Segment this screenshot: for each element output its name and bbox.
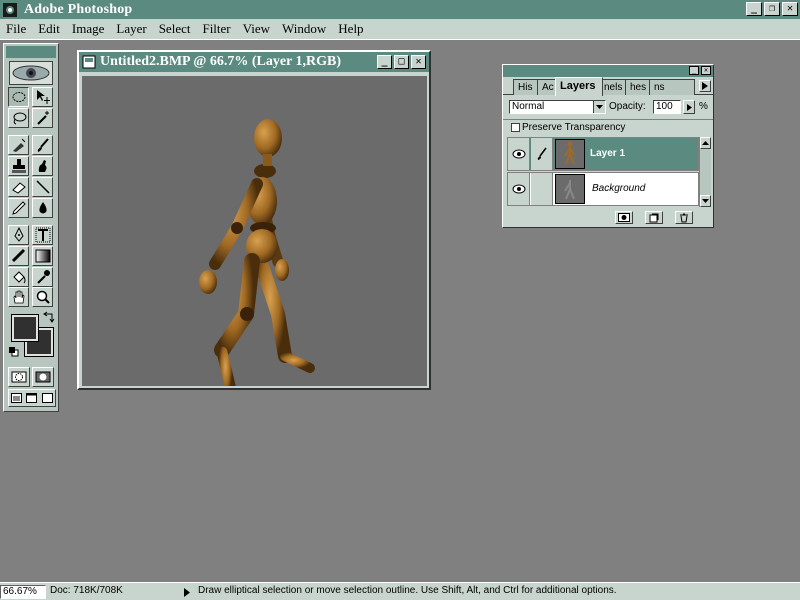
full-screen-menu-icon[interactable] bbox=[26, 393, 38, 403]
layers-palette-caption[interactable]: _ ✕ bbox=[503, 65, 713, 77]
scroll-up-arrow-icon[interactable] bbox=[700, 137, 711, 149]
document-canvas[interactable] bbox=[82, 76, 427, 386]
layers-palette: _ ✕ His Ac Layers nels hes ns Normal Opa… bbox=[502, 64, 714, 228]
pen-tool-icon[interactable] bbox=[8, 225, 29, 245]
status-menu-arrow-icon[interactable] bbox=[180, 585, 194, 599]
eraser-tool-icon[interactable] bbox=[8, 177, 29, 197]
quick-mask-mode-icon[interactable] bbox=[32, 367, 54, 387]
preserve-transparency-checkbox[interactable] bbox=[511, 123, 520, 132]
foreground-color-swatch[interactable] bbox=[11, 314, 39, 342]
eyedropper-tool-icon[interactable] bbox=[32, 267, 53, 287]
zoom-tool-icon[interactable] bbox=[32, 287, 53, 307]
airbrush-tool-icon[interactable] bbox=[8, 135, 29, 155]
measure-tool-icon[interactable] bbox=[8, 246, 29, 266]
restore-button[interactable]: ❐ bbox=[764, 2, 780, 16]
close-button[interactable]: ✕ bbox=[782, 2, 798, 16]
palette-tabs: His Ac Layers nels hes ns bbox=[503, 77, 713, 96]
doc-maximize-button[interactable]: □ bbox=[394, 55, 409, 69]
color-swatches bbox=[9, 311, 55, 361]
toolbox bbox=[3, 43, 59, 412]
menu-image[interactable]: Image bbox=[66, 21, 110, 37]
blend-mode-select[interactable]: Normal bbox=[509, 100, 606, 114]
blend-mode-value: Normal bbox=[512, 101, 545, 112]
doc-minimize-button[interactable]: _ bbox=[377, 55, 392, 69]
background-layer-name: Background bbox=[592, 183, 646, 194]
menu-file[interactable]: File bbox=[0, 21, 32, 37]
eye-logo-icon bbox=[9, 61, 53, 85]
tab-actions-2[interactable]: ns bbox=[649, 79, 695, 95]
menu-edit[interactable]: Edit bbox=[32, 21, 66, 37]
hand-tool-icon[interactable] bbox=[8, 287, 29, 307]
screen-mode-buttons[interactable] bbox=[8, 389, 56, 407]
opacity-slider-arrow-icon[interactable] bbox=[683, 100, 695, 114]
document-icon[interactable] bbox=[82, 55, 96, 69]
menu-help[interactable]: Help bbox=[332, 21, 369, 37]
status-bar: 66.67% Doc: 718K/708K Draw elliptical se… bbox=[0, 582, 800, 600]
doc-close-button[interactable]: ✕ bbox=[411, 55, 426, 69]
layers-scrollbar[interactable] bbox=[699, 137, 711, 207]
menu-layer[interactable]: Layer bbox=[110, 21, 152, 37]
tab-layers[interactable]: Layers bbox=[555, 77, 603, 96]
scroll-down-arrow-icon[interactable] bbox=[700, 195, 711, 207]
minimize-button[interactable]: _ bbox=[746, 2, 762, 16]
full-screen-icon[interactable] bbox=[41, 393, 53, 403]
standard-mode-icon[interactable] bbox=[8, 367, 30, 387]
add-layer-mask-icon[interactable] bbox=[615, 211, 633, 224]
photoshop-app-icon[interactable] bbox=[2, 2, 18, 18]
magic-wand-tool-icon[interactable] bbox=[32, 108, 53, 128]
palette-collapse-button[interactable]: _ bbox=[689, 66, 699, 75]
background-link-slot[interactable] bbox=[531, 173, 553, 205]
blend-dropdown-arrow-icon[interactable] bbox=[593, 101, 605, 113]
layer-row-layer1[interactable]: Layer 1 bbox=[507, 137, 699, 171]
default-colors-icon[interactable] bbox=[9, 345, 19, 361]
menu-filter[interactable]: Filter bbox=[196, 21, 236, 37]
menu-window[interactable]: Window bbox=[276, 21, 332, 37]
document-window: Untitled2.BMP @ 66.7% (Layer 1,RGB) _ □ … bbox=[77, 50, 431, 390]
layer-brush-icon[interactable] bbox=[531, 138, 553, 170]
paint-bucket-tool-icon[interactable] bbox=[8, 267, 29, 287]
document-title-bar[interactable]: Untitled2.BMP @ 66.7% (Layer 1,RGB) _ □ … bbox=[79, 52, 429, 72]
layer1-name: Layer 1 bbox=[590, 148, 626, 159]
wooden-mannequin-figure bbox=[199, 119, 315, 386]
elliptical-marquee-tool-icon[interactable] bbox=[8, 87, 29, 107]
opacity-field[interactable]: 100 bbox=[653, 100, 681, 114]
layer-row-background[interactable]: Background bbox=[507, 172, 699, 206]
toolbox-caption[interactable] bbox=[6, 46, 56, 58]
swap-colors-icon[interactable] bbox=[43, 311, 55, 327]
smudge-tool-icon[interactable] bbox=[32, 156, 53, 176]
paintbrush-tool-icon[interactable] bbox=[32, 135, 53, 155]
background-thumbnail bbox=[555, 174, 585, 204]
palette-divider bbox=[503, 119, 713, 120]
blur-tool-icon[interactable] bbox=[32, 198, 53, 218]
app-title-bar: Adobe Photoshop _ ❐ ✕ bbox=[0, 0, 800, 19]
lasso-tool-icon[interactable] bbox=[8, 108, 29, 128]
move-tool-icon[interactable] bbox=[32, 87, 53, 107]
document-title: Untitled2.BMP @ 66.7% (Layer 1,RGB) bbox=[100, 54, 342, 69]
palette-menu-arrow-icon[interactable] bbox=[699, 80, 711, 92]
opacity-percent: % bbox=[699, 101, 708, 112]
standard-screen-icon[interactable] bbox=[11, 393, 23, 403]
gradient-tool-icon[interactable] bbox=[32, 246, 53, 266]
menu-select[interactable]: Select bbox=[153, 21, 197, 37]
palette-close-button[interactable]: ✕ bbox=[701, 66, 711, 75]
layer1-thumbnail bbox=[555, 139, 585, 169]
layer-visibility-eye-icon[interactable] bbox=[508, 138, 530, 170]
status-message: Draw elliptical selection or move select… bbox=[198, 585, 617, 596]
doc-size-info: Doc: 718K/708K bbox=[50, 585, 123, 596]
pencil-tool-icon[interactable] bbox=[8, 198, 29, 218]
opacity-label: Opacity: bbox=[609, 101, 646, 112]
app-title: Adobe Photoshop bbox=[24, 1, 133, 17]
type-tool-icon[interactable] bbox=[32, 225, 53, 245]
line-tool-icon[interactable] bbox=[32, 177, 53, 197]
menu-view[interactable]: View bbox=[237, 21, 276, 37]
preserve-transparency-label: Preserve Transparency bbox=[522, 122, 626, 133]
menu-bar: File Edit Image Layer Select Filter View… bbox=[0, 19, 800, 40]
background-visibility-eye-icon[interactable] bbox=[508, 173, 530, 205]
trash-icon[interactable] bbox=[675, 211, 693, 224]
rubber-stamp-tool-icon[interactable] bbox=[8, 156, 29, 176]
zoom-level-field[interactable]: 66.67% bbox=[0, 585, 46, 599]
new-layer-icon[interactable] bbox=[645, 211, 663, 224]
